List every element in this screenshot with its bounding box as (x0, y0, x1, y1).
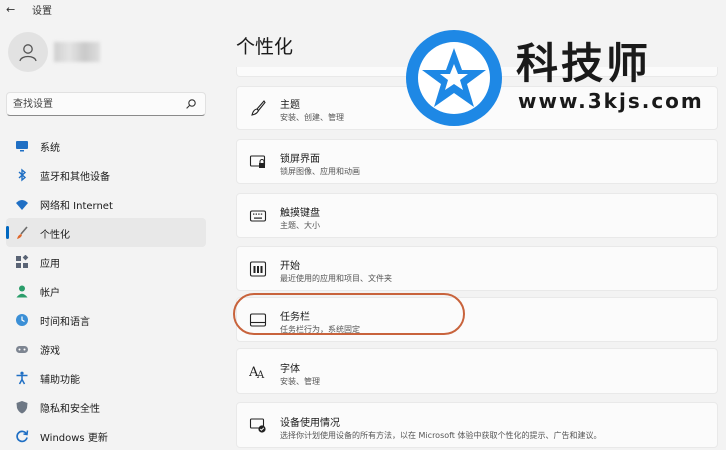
search-icon[interactable] (185, 98, 197, 110)
sidebar-item-label: 蓝牙和其他设备 (40, 172, 110, 183)
card-title: 设备使用情况 (280, 418, 340, 429)
user-name-blurred (54, 42, 100, 62)
card-title: 主题 (280, 100, 300, 111)
card-title: 字体 (280, 364, 300, 375)
card-subtitle: 最近使用的应用和项目、文件夹 (280, 274, 392, 283)
sidebar-item-label: 时间和语言 (40, 317, 90, 328)
sidebar-item-label: 应用 (40, 259, 60, 270)
card-lock-screen[interactable]: 锁屏界面 锁屏图像、应用和动画 (236, 139, 718, 184)
card-subtitle: 主题、大小 (280, 221, 320, 230)
card-fonts[interactable]: A A 字体 安装、管理 (236, 348, 718, 394)
page-title: 个性化 (236, 36, 294, 58)
globe-clock-icon (16, 314, 28, 326)
search-input[interactable] (13, 96, 183, 112)
accessibility-icon (16, 371, 28, 385)
card-touch-keyboard[interactable]: 触摸键盘 主题、大小 (236, 193, 718, 238)
user-avatar-icon (19, 44, 37, 62)
sidebar-item-label: 网络和 Internet (40, 201, 113, 212)
svg-text:A: A (256, 370, 265, 380)
wifi-icon (16, 200, 28, 210)
shield-icon (16, 401, 28, 414)
card-title: 锁屏界面 (280, 154, 320, 165)
sidebar-item-label: Windows 更新 (40, 433, 108, 444)
search-box[interactable] (6, 92, 206, 116)
sidebar-item-label: 辅助功能 (40, 375, 80, 386)
sidebar-item-accounts[interactable]: 帐户 (6, 276, 206, 305)
sidebar-item-apps[interactable]: 应用 (6, 247, 206, 276)
title-bar: ← 设置 (0, 0, 726, 22)
card-subtitle: 安装、管理 (280, 377, 320, 386)
update-icon (16, 430, 29, 443)
brush-icon (17, 226, 28, 239)
sidebar-item-label: 隐私和安全性 (40, 404, 100, 415)
watermark-url: www.3kjs.com (518, 89, 704, 113)
sidebar-nav: 系统 蓝牙和其他设备 网络和 Internet 个性化 应用 帐户 时间和语言 … (6, 131, 206, 450)
app-title: 设置 (32, 6, 52, 17)
sidebar-item-privacy[interactable]: 隐私和安全性 (6, 392, 206, 421)
card-subtitle: 选择你计划使用设备的所有方法，以在 Microsoft 体验中获取个性化的提示、… (280, 431, 602, 440)
person-icon (16, 285, 28, 298)
sidebar-item-network[interactable]: 网络和 Internet (6, 189, 206, 218)
sidebar-item-bluetooth[interactable]: 蓝牙和其他设备 (6, 160, 206, 189)
sidebar-item-label: 个性化 (40, 230, 70, 241)
sidebar-item-accessibility[interactable]: 辅助功能 (6, 363, 206, 392)
apps-icon (16, 255, 29, 268)
avatar (8, 32, 48, 72)
theme-brush-icon (251, 100, 266, 116)
sidebar-item-label: 游戏 (40, 346, 60, 357)
sidebar-item-label: 系统 (40, 143, 60, 154)
gamepad-icon (16, 346, 28, 353)
watermark-logo: 科技师 www.3kjs.com (404, 28, 722, 128)
card-subtitle: 安装、创建、管理 (280, 113, 344, 122)
sidebar-item-time-language[interactable]: 时间和语言 (6, 305, 206, 334)
card-title: 开始 (280, 261, 300, 272)
sidebar-item-system[interactable]: 系统 (6, 131, 206, 160)
taskbar-highlight-annotation (233, 293, 465, 335)
keyboard-icon (249, 209, 267, 222)
fonts-icon: A A (249, 365, 265, 380)
sidebar-item-label: 帐户 (40, 288, 60, 299)
monitor-icon (16, 141, 28, 152)
start-icon (249, 260, 267, 277)
user-profile[interactable] (8, 32, 208, 76)
watermark-brand: 科技师 (516, 39, 652, 88)
star-logo-icon (406, 30, 502, 126)
bluetooth-icon (18, 168, 27, 182)
card-subtitle: 锁屏图像、应用和动画 (280, 167, 360, 176)
card-device-usage[interactable]: 设备使用情况 选择你计划使用设备的所有方法，以在 Microsoft 体验中获取… (236, 402, 718, 448)
sidebar: 系统 蓝牙和其他设备 网络和 Internet 个性化 (0, 22, 218, 450)
sidebar-item-gaming[interactable]: 游戏 (6, 334, 206, 363)
back-arrow-icon[interactable]: ← (6, 3, 22, 17)
card-title: 触摸键盘 (280, 208, 320, 219)
sidebar-item-personalization[interactable]: 个性化 (6, 218, 206, 247)
sidebar-item-windows-update[interactable]: Windows 更新 (6, 421, 206, 450)
device-usage-icon (249, 418, 266, 433)
card-start[interactable]: 开始 最近使用的应用和项目、文件夹 (236, 246, 718, 291)
lock-screen-icon (249, 154, 266, 168)
